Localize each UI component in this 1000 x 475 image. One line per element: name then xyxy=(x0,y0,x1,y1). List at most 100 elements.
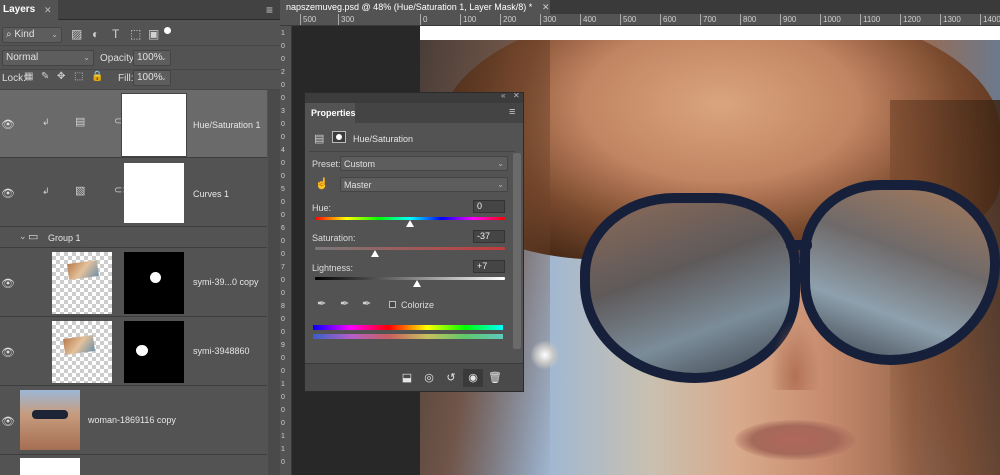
ruler-tick-label: 0 xyxy=(281,43,285,50)
saturation-value-field[interactable]: -37 xyxy=(473,230,505,243)
fill-field[interactable]: 100% ⌄ xyxy=(133,70,171,86)
canvas-top-strip xyxy=(420,26,1000,40)
eye-icon[interactable]: 👁 xyxy=(0,346,16,359)
close-icon[interactable]: ✕ xyxy=(44,0,52,20)
layer-thumbnail[interactable] xyxy=(52,321,112,383)
layer-thumbnail-partial[interactable] xyxy=(20,458,80,475)
saturation-slider-track[interactable] xyxy=(315,247,505,250)
smart-object-filter-icon[interactable]: ▣ xyxy=(148,27,159,41)
layer-name[interactable]: symi-3948860 xyxy=(193,346,250,356)
lightness-value: +7 xyxy=(477,261,488,271)
lock-artboard-icon[interactable]: ⬚ xyxy=(74,71,83,82)
pixel-filter-icon[interactable]: ▨ xyxy=(71,27,82,41)
hue-slider-knob[interactable] xyxy=(406,220,414,227)
type-filter-icon[interactable]: T xyxy=(112,27,119,41)
eye-icon[interactable]: 👁 xyxy=(0,277,16,290)
lightness-value-field[interactable]: +7 xyxy=(473,260,505,273)
ruler-tick-label: 500 xyxy=(300,14,316,25)
layer-row-hue-saturation[interactable]: 👁 ↲ ▤ ⊂⊃ Hue/Saturation 1 xyxy=(0,90,267,158)
view-previous-icon[interactable]: ◎ xyxy=(419,369,439,387)
clip-to-layer-icon[interactable]: ⬓ xyxy=(397,369,417,387)
layer-name[interactable]: Hue/Saturation 1 xyxy=(193,120,261,130)
chevron-down-icon[interactable]: ⌄ xyxy=(19,231,27,242)
document-tab[interactable]: napszemuveg.psd @ 48% (Hue/Saturation 1,… xyxy=(280,0,550,14)
close-icon[interactable]: ✕ xyxy=(513,91,520,100)
properties-panel: « ✕ Properties ≡ ▤ Hue/Saturation Preset… xyxy=(304,91,524,392)
divider xyxy=(309,151,515,152)
eyedropper-plus-icon[interactable]: ✒ xyxy=(340,297,349,310)
eyedropper-icon[interactable]: ✒ xyxy=(317,297,326,310)
saturation-slider-knob[interactable] xyxy=(370,250,379,257)
ruler-tick-label: 1300 xyxy=(940,14,961,25)
layer-row-curves[interactable]: 👁 ↲ ▧ ⊂⊃ Curves 1 xyxy=(0,159,267,227)
properties-tab[interactable]: Properties xyxy=(305,103,356,123)
eye-icon[interactable]: 👁 xyxy=(0,415,16,428)
lock-all-icon[interactable]: 🔒 xyxy=(91,71,103,82)
colorize-checkbox[interactable] xyxy=(389,301,396,308)
lock-pixels-icon[interactable]: ✎ xyxy=(41,71,49,82)
channel-dropdown[interactable]: Master ⌄ xyxy=(340,177,508,192)
eye-icon[interactable]: 👁 xyxy=(0,118,16,131)
layer-row-symi-copy[interactable]: 👁 symi-39...0 copy xyxy=(0,249,267,317)
lock-transparency-icon[interactable]: ▦ xyxy=(24,71,33,82)
layer-row-symi[interactable]: 👁 symi-3948860 xyxy=(0,318,267,386)
preset-value: Custom xyxy=(344,159,376,169)
collapse-icon[interactable]: « xyxy=(501,91,505,100)
ruler-tick-label: 0 xyxy=(281,121,285,128)
filter-kind-dropdown[interactable]: ⌕ Kind ⌄ xyxy=(2,27,62,43)
layer-mask-thumbnail[interactable] xyxy=(124,252,184,314)
eyedropper-minus-icon[interactable]: ✒ xyxy=(362,297,371,310)
ruler-tick-label: 0 xyxy=(281,316,285,323)
properties-scrollbar[interactable] xyxy=(513,153,521,349)
filter-toggle-icon[interactable] xyxy=(164,27,171,34)
earring xyxy=(530,340,560,370)
layers-tab-label: Layers xyxy=(3,4,36,15)
layer-name[interactable]: Group 1 xyxy=(48,233,81,243)
layer-mask-thumbnail[interactable] xyxy=(124,163,184,223)
layer-mask-thumbnail[interactable] xyxy=(121,93,187,157)
layer-mask-thumbnail[interactable] xyxy=(124,321,184,383)
saturation-label: Saturation: xyxy=(312,233,356,243)
opacity-field[interactable]: 100% ⌄ xyxy=(133,50,171,66)
shape-filter-icon[interactable]: ⬚ xyxy=(130,27,141,41)
visibility-icon[interactable]: ◉ xyxy=(463,369,483,387)
panel-menu-icon[interactable]: ≡ xyxy=(509,106,515,118)
panel-menu-icon[interactable]: ≡ xyxy=(266,3,273,17)
ruler-tick-label: 7 xyxy=(281,264,285,271)
fill-label: Fill: xyxy=(118,73,134,84)
lightness-slider-knob[interactable] xyxy=(412,280,421,287)
ruler-tick-label: 0 xyxy=(281,95,285,102)
hue-saturation-adjustment-icon[interactable]: ▤ xyxy=(314,132,324,145)
ruler-tick-label: 1400 xyxy=(980,14,1000,25)
chevron-down-icon: ⌄ xyxy=(83,53,90,62)
layer-row-group[interactable]: ⌄ ▭ Group 1 xyxy=(0,228,267,248)
chevron-down-icon: ⌄ xyxy=(160,53,167,62)
blend-mode-dropdown[interactable]: Normal ⌄ xyxy=(2,50,94,66)
fill-value: 100% xyxy=(137,72,163,83)
layer-thumbnail[interactable] xyxy=(52,252,112,314)
blend-row: Normal ⌄ Opacity: 100% ⌄ xyxy=(0,48,280,70)
adjustment-filter-icon[interactable]: ◐ xyxy=(92,27,99,41)
layers-scrollbar[interactable] xyxy=(268,90,280,475)
layer-row-woman[interactable]: 👁 woman-1869116 copy xyxy=(0,387,267,455)
layer-thumbnail[interactable] xyxy=(20,390,80,450)
reset-icon[interactable]: ↺ xyxy=(441,369,461,387)
ruler-tick-label: 6 xyxy=(281,225,285,232)
layer-name[interactable]: Curves 1 xyxy=(193,189,229,199)
preset-dropdown[interactable]: Custom ⌄ xyxy=(340,156,508,171)
hand-adjust-icon[interactable]: ☝ xyxy=(315,177,329,190)
harbor-image-thumbnail xyxy=(63,334,95,356)
layer-name[interactable]: symi-39...0 copy xyxy=(193,277,259,287)
ruler-tick-label: 0 xyxy=(281,355,285,362)
lock-position-icon[interactable]: ✥ xyxy=(57,71,65,82)
layer-name[interactable]: woman-1869116 copy xyxy=(88,415,176,425)
trash-icon[interactable]: 🗑 xyxy=(485,369,505,387)
close-icon[interactable]: ✕ xyxy=(542,0,550,14)
ruler-tick-label: 3 xyxy=(281,108,285,115)
hue-value-field[interactable]: 0 xyxy=(473,200,505,213)
lightness-slider-track[interactable] xyxy=(315,277,505,280)
mask-icon[interactable] xyxy=(332,131,346,143)
chevron-down-icon: ⌄ xyxy=(51,30,58,39)
ruler-tick-label: 100 xyxy=(460,14,476,25)
eye-icon[interactable]: 👁 xyxy=(0,187,16,200)
